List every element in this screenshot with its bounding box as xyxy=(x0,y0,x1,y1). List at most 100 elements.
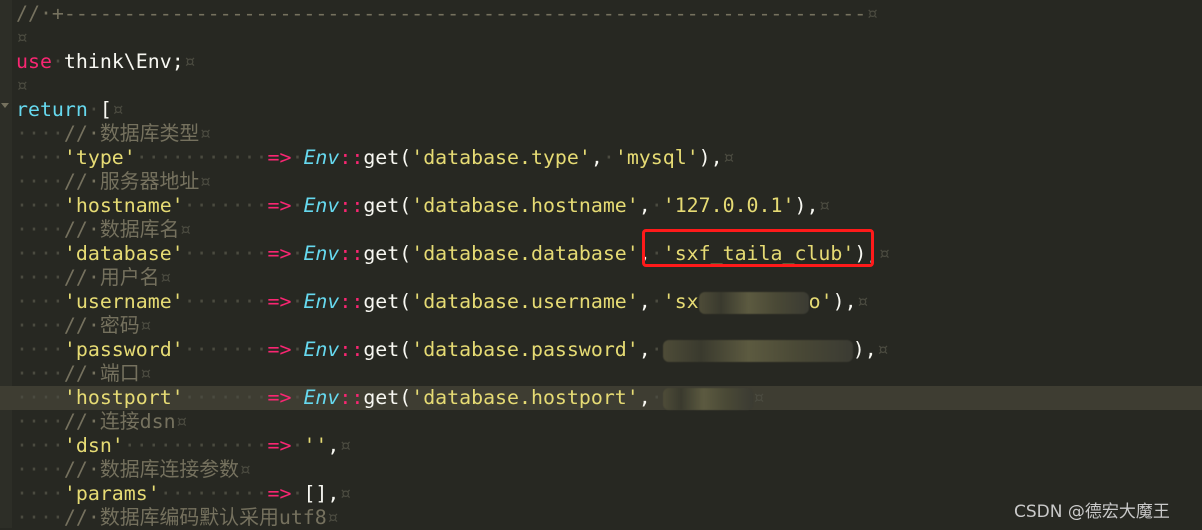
whitespace-marker: ···· xyxy=(16,458,64,481)
whitespace-marker: ¤ xyxy=(139,314,152,337)
code-line[interactable]: use·think\Env;¤ xyxy=(16,50,1202,74)
whitespace-marker: ······· xyxy=(183,338,268,361)
whitespace-marker: ···· xyxy=(16,242,64,265)
whitespace-marker: · xyxy=(291,386,304,409)
code-line[interactable]: ····'hostport'·······=>·Env::get('databa… xyxy=(0,386,1202,410)
whitespace-marker: ¤ xyxy=(326,506,339,529)
string: 'database.hostname' xyxy=(411,194,639,217)
whitespace-marker: ··········· xyxy=(135,146,268,169)
whitespace-marker: ···· xyxy=(16,362,64,385)
comment: //·服务器地址 xyxy=(63,170,200,193)
string: 'dsn' xyxy=(63,434,124,457)
code-editor[interactable]: //·+------------------------------------… xyxy=(0,2,1202,530)
code-line[interactable]: ····//·数据库名¤ xyxy=(16,218,1202,242)
string: 'database.database' xyxy=(411,242,639,265)
whitespace-marker: ···· xyxy=(16,146,64,169)
operator: => xyxy=(267,146,292,169)
punctuation: think\Env; xyxy=(63,50,184,73)
operator: => xyxy=(267,290,292,313)
comment: //·+------------------------------------… xyxy=(16,2,867,25)
whitespace-marker: · xyxy=(291,242,304,265)
code-line[interactable]: //·+------------------------------------… xyxy=(16,2,1202,26)
whitespace-marker: · xyxy=(291,194,304,217)
whitespace-marker: ···· xyxy=(16,506,64,529)
redacted-value xyxy=(662,339,853,362)
whitespace-marker: ¤ xyxy=(752,386,765,409)
whitespace-marker: ¤ xyxy=(856,290,869,313)
string: 'database.type' xyxy=(411,146,591,169)
whitespace-marker: · xyxy=(291,482,304,505)
operator: => xyxy=(267,434,292,457)
string: '127.0.0.1' xyxy=(662,194,795,217)
string: 'mysql' xyxy=(614,146,699,169)
whitespace-marker: ¤ xyxy=(876,338,889,361)
code-line[interactable]: ····//·数据库连接参数¤ xyxy=(16,458,1202,482)
comment: //·连接dsn xyxy=(63,410,176,433)
whitespace-marker: ¤ xyxy=(111,98,124,121)
code-line[interactable]: return·[¤ xyxy=(16,98,1202,122)
punctuation: [ xyxy=(99,98,112,121)
whitespace-marker: ···· xyxy=(16,338,64,361)
whitespace-marker: ¤ xyxy=(339,434,352,457)
comment: //·数据库连接参数 xyxy=(63,458,240,481)
code-line[interactable]: ¤ xyxy=(16,74,1202,98)
string: 'password' xyxy=(63,338,184,361)
class-name: Env xyxy=(303,338,340,361)
code-line[interactable]: ····//·服务器地址¤ xyxy=(16,170,1202,194)
whitespace-marker: · xyxy=(650,386,663,409)
whitespace-marker: · xyxy=(291,146,304,169)
whitespace-marker: · xyxy=(650,194,663,217)
operator: => xyxy=(267,482,292,505)
punctuation: , xyxy=(327,434,340,457)
whitespace-marker: ···· xyxy=(16,386,64,409)
whitespace-marker: ···· xyxy=(16,122,64,145)
punctuation: [], xyxy=(303,482,340,505)
operator: :: xyxy=(339,146,364,169)
code-line[interactable]: ····//·数据库类型¤ xyxy=(16,122,1202,146)
string: 'type' xyxy=(63,146,136,169)
code-line[interactable]: ····//·密码¤ xyxy=(16,314,1202,338)
code-line[interactable]: ····//·用户名¤ xyxy=(16,266,1202,290)
code-line[interactable]: ····'hostname'·······=>·Env::get('databa… xyxy=(16,194,1202,218)
code-line[interactable]: ····'username'·······=>·Env::get('databa… xyxy=(16,290,1202,314)
whitespace-marker: ···· xyxy=(16,290,64,313)
class-name: Env xyxy=(303,290,340,313)
whitespace-marker: ¤ xyxy=(866,2,879,25)
comment: //·端口 xyxy=(63,362,140,385)
whitespace-marker: ¤ xyxy=(722,146,735,169)
whitespace-marker: ···· xyxy=(16,266,64,289)
string: 'params' xyxy=(63,482,160,505)
punctuation: , xyxy=(638,338,651,361)
punctuation: get( xyxy=(363,146,412,169)
whitespace-marker: ¤ xyxy=(16,26,28,49)
whitespace-marker: · xyxy=(291,338,304,361)
code-line[interactable]: ····'password'·······=>·Env::get('databa… xyxy=(16,338,1202,362)
whitespace-marker: ···· xyxy=(16,218,64,241)
code-line[interactable]: ¤ xyxy=(16,26,1202,50)
operator: => xyxy=(267,242,292,265)
whitespace-marker: ···· xyxy=(16,194,64,217)
fold-arrow-icon[interactable] xyxy=(1,103,9,108)
string: 'hostname' xyxy=(63,194,184,217)
redacted-value xyxy=(698,291,809,314)
code-line[interactable]: ····//·端口¤ xyxy=(16,362,1202,386)
code-line[interactable]: ····'dsn'············=>·'',¤ xyxy=(16,434,1202,458)
whitespace-marker: · xyxy=(602,146,615,169)
class-name: Env xyxy=(303,242,340,265)
code-line[interactable]: ····'type'···········=>·Env::get('databa… xyxy=(16,146,1202,170)
whitespace-marker: ······· xyxy=(183,194,268,217)
punctuation: , xyxy=(638,290,651,313)
whitespace-marker: · xyxy=(650,290,663,313)
punctuation: ), xyxy=(832,290,857,313)
code-line[interactable]: ····'database'·······=>·Env::get('databa… xyxy=(16,242,1202,266)
class-name: Env xyxy=(303,386,340,409)
highlight-box xyxy=(642,229,874,267)
code-line[interactable]: ····//·连接dsn¤ xyxy=(16,410,1202,434)
string: o' xyxy=(808,290,833,313)
punctuation: ), xyxy=(852,338,877,361)
whitespace-marker: ···· xyxy=(16,434,64,457)
whitespace-marker: ············ xyxy=(123,434,268,457)
operator: => xyxy=(267,386,292,409)
whitespace-marker: ¤ xyxy=(139,362,152,385)
whitespace-marker: · xyxy=(51,50,64,73)
